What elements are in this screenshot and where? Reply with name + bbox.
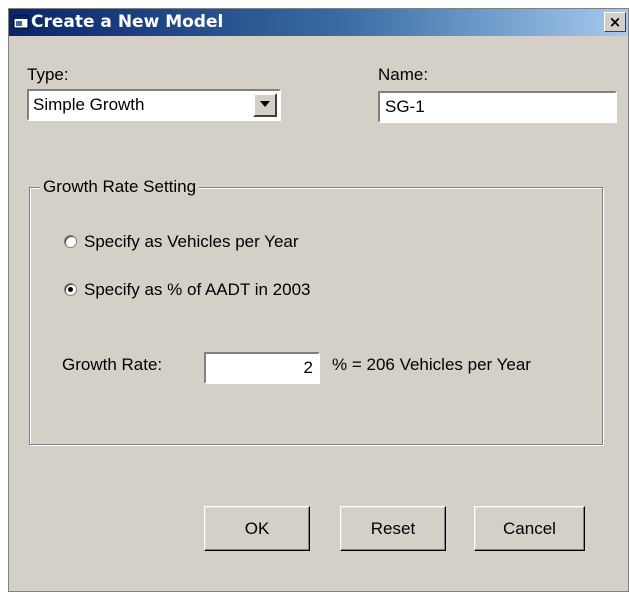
type-select-value: Simple Growth	[33, 95, 145, 114]
ok-button[interactable]: OK	[204, 506, 310, 551]
create-model-dialog: Create a New Model × Type: Simple Growth…	[8, 8, 629, 592]
cancel-button[interactable]: Cancel	[474, 506, 585, 551]
window-title: Create a New Model	[31, 12, 224, 32]
close-button[interactable]: ×	[604, 12, 626, 32]
growth-rate-input[interactable]	[204, 352, 320, 384]
growth-rate-result: % = 206 Vehicles per Year	[332, 355, 531, 374]
name-label: Name:	[378, 65, 429, 84]
type-select[interactable]: Simple Growth	[27, 89, 281, 121]
chevron-down-icon	[260, 101, 270, 107]
radio-button[interactable]	[64, 283, 77, 296]
growth-rate-label: Growth Rate:	[62, 355, 163, 374]
reset-button[interactable]: Reset	[340, 506, 446, 551]
type-label: Type:	[27, 65, 69, 84]
radio-selected-dot	[68, 287, 73, 292]
name-input[interactable]	[378, 91, 617, 123]
title-bar: Create a New Model ×	[9, 9, 628, 36]
radio-label: Specify as Vehicles per Year	[84, 232, 299, 251]
radio-button[interactable]	[64, 235, 77, 248]
growth-rate-groupbox: Growth Rate Setting Specify as Vehicles …	[29, 177, 603, 445]
dropdown-arrow-button[interactable]	[253, 93, 277, 117]
radio-label: Specify as % of AADT in 2003	[84, 280, 311, 299]
groupbox-title: Growth Rate Setting	[40, 177, 200, 197]
window-icon	[13, 15, 29, 29]
